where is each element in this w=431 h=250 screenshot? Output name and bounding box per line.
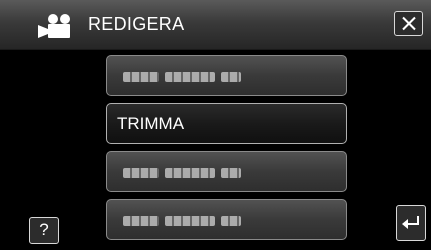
menu-item-trimma[interactable]: TRIMMA	[106, 103, 347, 144]
return-arrow-icon	[402, 216, 419, 229]
menu-list: TRIMMA	[106, 55, 347, 247]
video-camera-icon	[38, 14, 70, 38]
obscured-text	[165, 216, 215, 226]
menu-item-obscured-2[interactable]	[106, 151, 347, 192]
obscured-text	[165, 168, 215, 178]
page-title: REDIGERA	[88, 14, 185, 34]
help-button[interactable]: ?	[29, 217, 59, 244]
obscured-text	[123, 216, 159, 226]
obscured-text	[165, 72, 215, 82]
menu-item-label: TRIMMA	[117, 114, 185, 133]
obscured-text	[221, 168, 241, 178]
menu-item-obscured-1[interactable]	[106, 55, 347, 96]
obscured-text	[123, 168, 159, 178]
back-button[interactable]	[396, 205, 426, 241]
close-button[interactable]	[394, 11, 423, 36]
obscured-text	[221, 216, 241, 226]
header-bar: REDIGERA	[0, 0, 431, 50]
menu-item-obscured-3[interactable]	[106, 199, 347, 240]
obscured-text	[123, 72, 159, 82]
obscured-text	[221, 72, 241, 82]
close-icon	[402, 16, 416, 31]
